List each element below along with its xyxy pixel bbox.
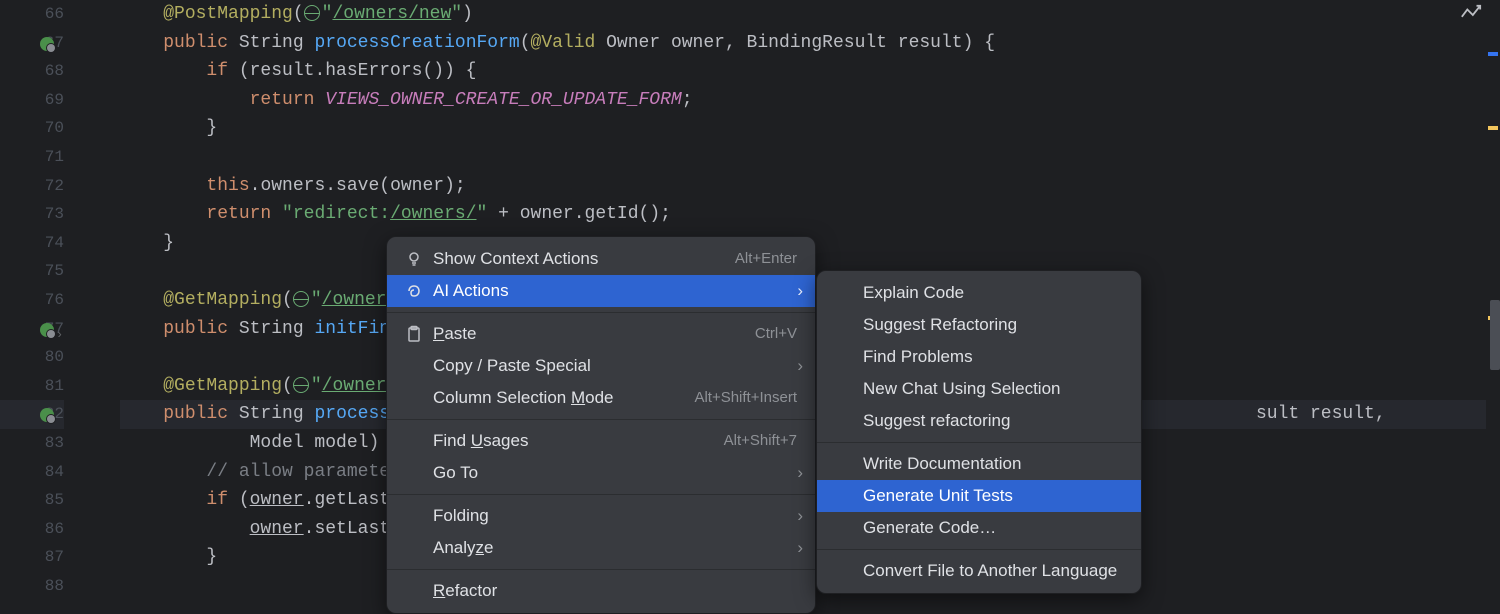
menu-item[interactable]: Explain Code — [817, 277, 1141, 309]
submenu-arrow-icon: › — [797, 275, 803, 307]
menu-item-label: Analyze — [433, 532, 797, 564]
menu-item-label: Generate Unit Tests — [863, 480, 1123, 512]
code-line[interactable]: this.owners.save(owner); — [120, 172, 1500, 201]
menu-item-label: Refactor — [433, 575, 797, 607]
menu-item[interactable]: Folding› — [387, 500, 815, 532]
menu-separator — [817, 549, 1141, 550]
line-number: 87 — [0, 543, 64, 572]
code-line[interactable]: return VIEWS_OWNER_CREATE_OR_UPDATE_FORM… — [120, 86, 1500, 115]
line-number: 74 — [0, 229, 64, 258]
line-number: 80 — [0, 343, 64, 372]
line-number: 66 — [0, 0, 64, 29]
code-line[interactable]: public String processCreationForm(@Valid… — [120, 29, 1500, 58]
submenu-arrow-icon: › — [797, 350, 803, 382]
menu-item-label: Paste — [433, 318, 745, 350]
code-line[interactable]: if (result.hasErrors()) { — [120, 57, 1500, 86]
line-number: 69 — [0, 86, 64, 115]
run-badge-icon[interactable] — [38, 406, 56, 424]
scrollbar-mark[interactable] — [1488, 126, 1498, 130]
menu-item[interactable]: Find Usages Alt+Shift+7 — [387, 425, 815, 457]
paste-icon — [405, 325, 423, 343]
menu-shortcut: Alt+Shift+Insert — [694, 382, 797, 414]
menu-item-label: Copy / Paste Special — [433, 350, 797, 382]
menu-item[interactable]: Suggest Refactoring — [817, 309, 1141, 341]
submenu-arrow-icon: › — [797, 457, 803, 489]
menu-separator — [817, 442, 1141, 443]
line-number: 86 — [0, 515, 64, 544]
code-line[interactable]: } — [120, 114, 1500, 143]
menu-separator — [387, 419, 815, 420]
line-number: 85 — [0, 486, 64, 515]
menu-item[interactable]: Paste Ctrl+V — [387, 318, 815, 350]
code-line[interactable]: @PostMapping("/owners/new") — [120, 0, 1500, 29]
menu-separator — [387, 494, 815, 495]
menu-item-label: Explain Code — [863, 277, 1123, 309]
menu-separator — [387, 569, 815, 570]
menu-item[interactable]: New Chat Using Selection — [817, 373, 1141, 405]
menu-item[interactable]: Suggest refactoring — [817, 405, 1141, 437]
menu-item[interactable]: Copy / Paste Special› — [387, 350, 815, 382]
swirl-icon — [405, 282, 423, 300]
menu-item[interactable]: Convert File to Another Language — [817, 555, 1141, 587]
menu-item[interactable]: Generate Unit Tests — [817, 480, 1141, 512]
menu-item-label: Find Problems — [863, 341, 1123, 373]
menu-shortcut: Alt+Shift+7 — [724, 425, 797, 457]
line-number: 70 — [0, 114, 64, 143]
menu-item-label: Suggest Refactoring — [863, 309, 1123, 341]
menu-item[interactable]: Go To› — [387, 457, 815, 489]
scrollbar-mark[interactable] — [1488, 52, 1498, 56]
menu-item[interactable]: Refactor — [387, 575, 815, 607]
menu-item[interactable]: Generate Code… — [817, 512, 1141, 544]
menu-item-label: Write Documentation — [863, 448, 1123, 480]
scrollbar-thumb[interactable] — [1490, 300, 1500, 370]
line-number: 75 — [0, 257, 64, 286]
ai-actions-submenu[interactable]: Explain CodeSuggest RefactoringFind Prob… — [816, 270, 1142, 594]
menu-item-label: Find Usages — [433, 425, 714, 457]
graph-icon[interactable] — [1460, 4, 1482, 22]
menu-shortcut: Ctrl+V — [755, 318, 797, 350]
bulb-icon — [405, 250, 423, 268]
code-line[interactable] — [120, 143, 1500, 172]
line-number: 68 — [0, 57, 64, 86]
menu-item-label: New Chat Using Selection — [863, 373, 1123, 405]
scrollbar[interactable] — [1486, 0, 1500, 600]
line-number: 81 — [0, 372, 64, 401]
submenu-arrow-icon: › — [797, 500, 803, 532]
line-number: 77› — [0, 315, 64, 344]
run-badge-icon[interactable] — [38, 35, 56, 53]
menu-item-label: Show Context Actions — [433, 243, 725, 275]
line-number: 76 — [0, 286, 64, 315]
menu-item[interactable]: Column Selection Mode Alt+Shift+Insert — [387, 382, 815, 414]
menu-item[interactable]: Write Documentation — [817, 448, 1141, 480]
code-line[interactable]: return "redirect:/owners/" + owner.getId… — [120, 200, 1500, 229]
line-gutter: 666768697071727374757677›808182838485868… — [0, 0, 72, 600]
menu-item-label: Suggest refactoring — [863, 405, 1123, 437]
menu-separator — [387, 312, 815, 313]
menu-item-label: Go To — [433, 457, 797, 489]
menu-item[interactable]: Analyze› — [387, 532, 815, 564]
context-menu[interactable]: Show Context ActionsAlt+EnterAI Actions›… — [386, 236, 816, 614]
menu-item[interactable]: Show Context Actions Alt+Enter — [387, 243, 815, 275]
menu-item-label: Column Selection Mode — [433, 382, 684, 414]
submenu-arrow-icon: › — [797, 532, 803, 564]
menu-item-label: Folding — [433, 500, 797, 532]
line-number: 67 — [0, 29, 64, 58]
menu-item-label: AI Actions — [433, 275, 797, 307]
line-number: 83 — [0, 429, 64, 458]
menu-item[interactable]: Find Problems — [817, 341, 1141, 373]
line-number: 82 — [0, 400, 64, 429]
menu-item[interactable]: AI Actions› — [387, 275, 815, 307]
line-number: 71 — [0, 143, 64, 172]
line-number: 84 — [0, 458, 64, 487]
line-number: 88 — [0, 572, 64, 601]
run-badge-icon[interactable] — [38, 321, 56, 339]
menu-shortcut: Alt+Enter — [735, 243, 797, 275]
menu-item-label: Generate Code… — [863, 512, 1123, 544]
menu-item-label: Convert File to Another Language — [863, 555, 1123, 587]
line-number: 73 — [0, 200, 64, 229]
line-number: 72 — [0, 172, 64, 201]
